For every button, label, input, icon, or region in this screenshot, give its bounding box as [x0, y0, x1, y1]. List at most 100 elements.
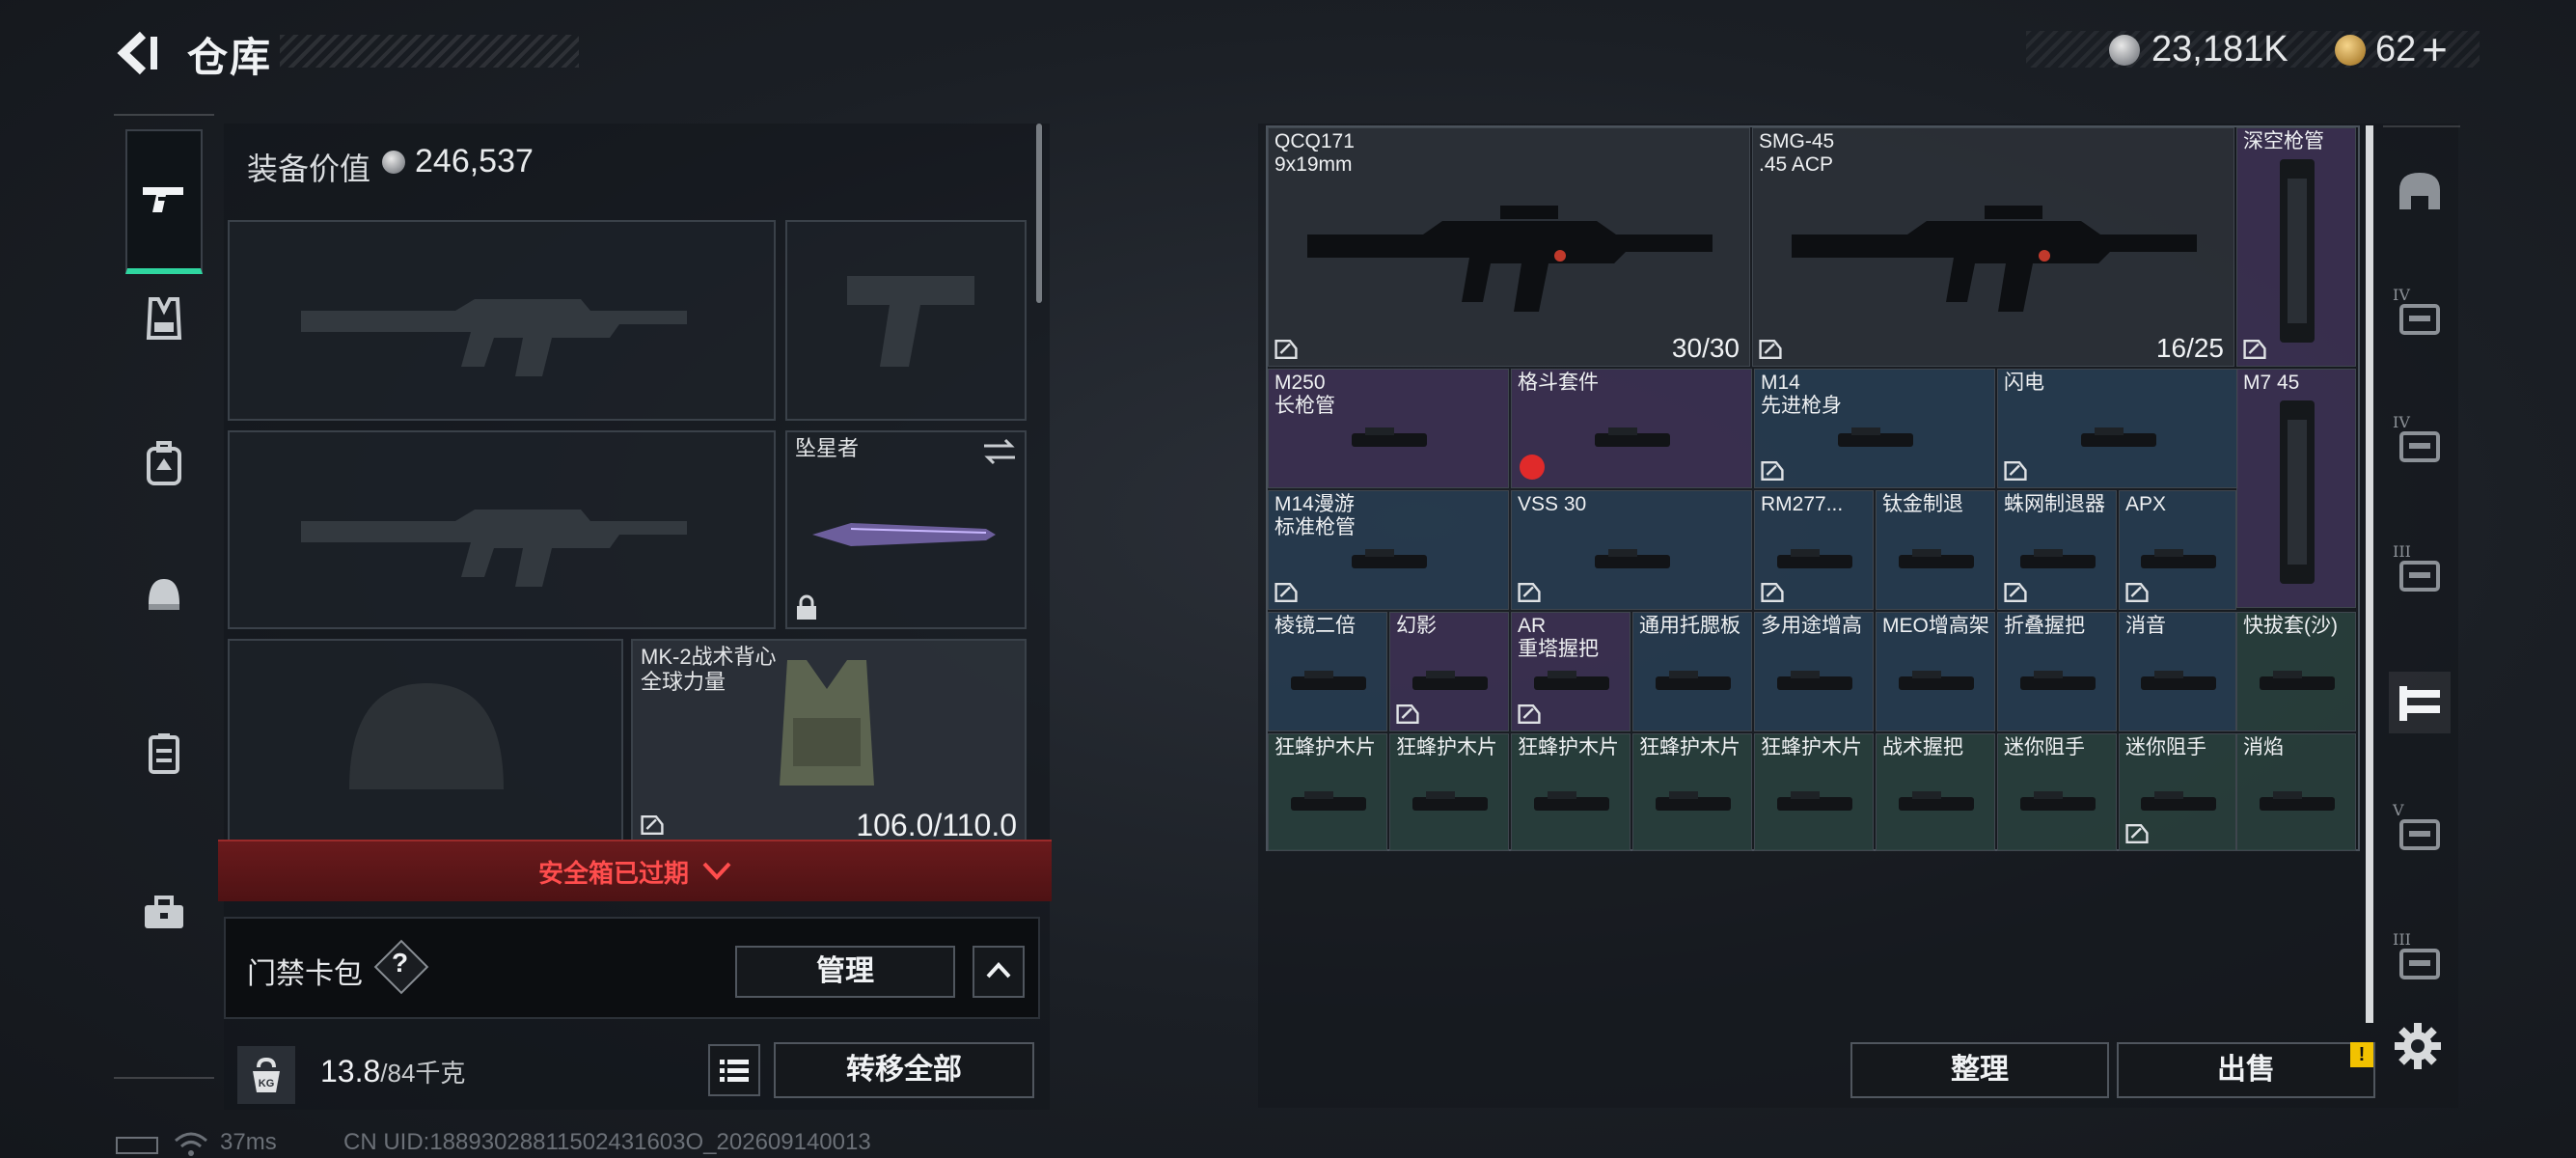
sell-button[interactable]: 出售 — [2117, 1042, 2375, 1098]
nav-armor[interactable] — [125, 280, 203, 357]
tag-icon — [1518, 704, 1541, 724]
rail-tab-storage-tier-icon[interactable]: IV — [2389, 413, 2451, 475]
list-view-button[interactable] — [708, 1044, 760, 1096]
rail-tab-helmet-icon[interactable] — [2389, 162, 2451, 224]
safe-box-expired-banner[interactable]: 安全箱已过期 — [218, 840, 1052, 901]
item-image — [1595, 549, 1670, 568]
item-image — [1899, 549, 1974, 568]
rail-tab-weapon-rack-icon[interactable] — [2389, 672, 2451, 733]
rail-tab-storage-tier-icon[interactable]: V — [2389, 801, 2451, 863]
storage-item[interactable]: M7 45 — [2236, 369, 2356, 608]
item-image — [1595, 427, 1670, 447]
storage-item[interactable]: 棱镜二倍 — [1268, 612, 1387, 731]
nav-helmet[interactable] — [125, 556, 203, 633]
item-name: QCQ171 9x19mm — [1274, 130, 1355, 176]
item-name: 迷你阻手 — [2004, 736, 2085, 758]
storage-item[interactable]: RM277... — [1754, 490, 1874, 610]
swap-icon[interactable] — [982, 438, 1017, 465]
vest-durability: 106.0/110.0 — [856, 808, 1017, 842]
tidy-button[interactable]: 整理 — [1850, 1042, 2109, 1098]
storage-item[interactable]: 狂蜂护木片 — [1632, 733, 1752, 851]
item-name: 多用途增高 — [1761, 615, 1862, 637]
equip-value-label: 装备价值 — [247, 152, 371, 186]
tag-icon — [2243, 340, 2266, 359]
item-image — [2260, 791, 2335, 811]
storage-item[interactable]: MEO增高架 — [1876, 612, 1995, 731]
melee-slot[interactable]: 坠星者 — [785, 430, 1027, 629]
pistol-slot[interactable] — [785, 220, 1027, 421]
storage-item[interactable]: APX — [2119, 490, 2236, 610]
item-name: 闪电 — [2004, 372, 2044, 394]
storage-item[interactable]: 多用途增高 — [1754, 612, 1874, 731]
manage-button[interactable]: 管理 — [735, 946, 955, 998]
nav-toolbox[interactable] — [125, 874, 203, 951]
storage-item[interactable]: M14 先进枪身 — [1754, 369, 1995, 488]
primary-weapon-slot[interactable] — [228, 220, 776, 421]
storage-item[interactable]: 折叠握把 — [1997, 612, 2117, 731]
storage-item[interactable]: M14漫游 标准枪管 — [1268, 490, 1509, 610]
tag-icon — [2125, 824, 2149, 843]
loadout-scrollbar[interactable] — [1036, 124, 1042, 303]
nav-container[interactable] — [125, 714, 203, 791]
storage-item[interactable]: AR 重塔握把 — [1511, 612, 1631, 731]
item-image — [1899, 671, 1974, 690]
item-image — [1352, 427, 1427, 447]
storage-item[interactable]: 狂蜂护木片 — [1754, 733, 1874, 851]
storage-item[interactable]: 迷你阻手 — [2119, 733, 2236, 851]
item-name: 蛛网制退器 — [2004, 493, 2105, 515]
storage-item[interactable]: 蛛网制退器 — [1997, 490, 2117, 610]
item-name: VSS 30 — [1518, 493, 1587, 515]
nav-weapons[interactable] — [125, 129, 203, 274]
pistol-silhouette-icon — [847, 276, 974, 367]
item-name: 狂蜂护木片 — [1518, 736, 1619, 758]
tag-icon — [641, 815, 664, 835]
storage-item[interactable]: 幻影 — [1389, 612, 1509, 731]
tag-icon — [2125, 583, 2149, 602]
item-name: AR 重塔握把 — [1518, 615, 1599, 660]
item-name: 狂蜂护木片 — [1639, 736, 1740, 758]
storage-item[interactable]: SMG-45 .45 ACP 16/25 — [1752, 127, 2234, 367]
storage-item[interactable]: M250 长枪管 — [1268, 369, 1509, 488]
storage-item[interactable]: 闪电 — [1997, 369, 2238, 488]
rail-tier-label: IV — [2393, 286, 2410, 304]
nav-backpack[interactable] — [125, 425, 203, 502]
kettlebell-icon: KG — [253, 1057, 280, 1092]
item-image — [2081, 427, 2156, 447]
timer-icon — [1520, 455, 1545, 480]
storage-item[interactable]: 深空枪管 — [2236, 127, 2356, 367]
storage-item[interactable]: 消音 — [2119, 612, 2236, 731]
tag-icon — [2004, 461, 2027, 481]
helmet-slot[interactable] — [228, 639, 623, 845]
add-currency-button[interactable]: + — [2422, 23, 2448, 75]
storage-item[interactable]: 快拔套(沙) — [2236, 612, 2356, 731]
storage-item[interactable]: 迷你阻手 — [1997, 733, 2117, 851]
storage-item[interactable]: 战术握把 — [1876, 733, 1995, 851]
storage-item[interactable]: 狂蜂护木片 — [1389, 733, 1509, 851]
storage-item[interactable]: 狂蜂护木片 — [1511, 733, 1631, 851]
storage-item[interactable]: 狂蜂护木片 — [1268, 733, 1387, 851]
rifle-silhouette-icon — [301, 299, 687, 376]
storage-item[interactable]: VSS 30 — [1511, 490, 1752, 610]
storage-item[interactable]: 通用托腮板 — [1632, 612, 1752, 731]
rail-tab-add-storage-icon[interactable]: IV — [2389, 286, 2451, 347]
item-name: 狂蜂护木片 — [1761, 736, 1862, 758]
vest-slot[interactable]: MK-2战术背心 全球力量 106.0/110.0 — [631, 639, 1027, 845]
storage-item[interactable]: 钛金制退 — [1876, 490, 1995, 610]
back-button[interactable] — [114, 29, 162, 77]
vest-image — [780, 660, 874, 786]
page-title: 仓库 — [187, 35, 273, 80]
chevron-down-icon — [702, 862, 731, 880]
transfer-all-button[interactable]: 转移全部 — [774, 1042, 1034, 1098]
settings-button[interactable] — [2393, 1021, 2443, 1071]
secondary-weapon-slot[interactable] — [228, 430, 776, 629]
item-name: APX — [2125, 493, 2167, 515]
safe-box-expired-text: 安全箱已过期 — [537, 858, 689, 888]
storage-item[interactable]: 消焰 — [2236, 733, 2356, 851]
item-image — [1534, 791, 1609, 811]
rail-tab-storage-tier-icon[interactable]: III — [2389, 930, 2451, 992]
storage-item[interactable]: QCQ171 9x19mm 30/30 — [1268, 127, 1750, 367]
rail-tab-storage-tier-icon[interactable]: III — [2389, 542, 2451, 604]
storage-item[interactable]: 格斗套件 — [1511, 369, 1752, 488]
collapse-button[interactable] — [973, 946, 1025, 998]
storage-scroll-thumb[interactable] — [2366, 125, 2373, 1023]
